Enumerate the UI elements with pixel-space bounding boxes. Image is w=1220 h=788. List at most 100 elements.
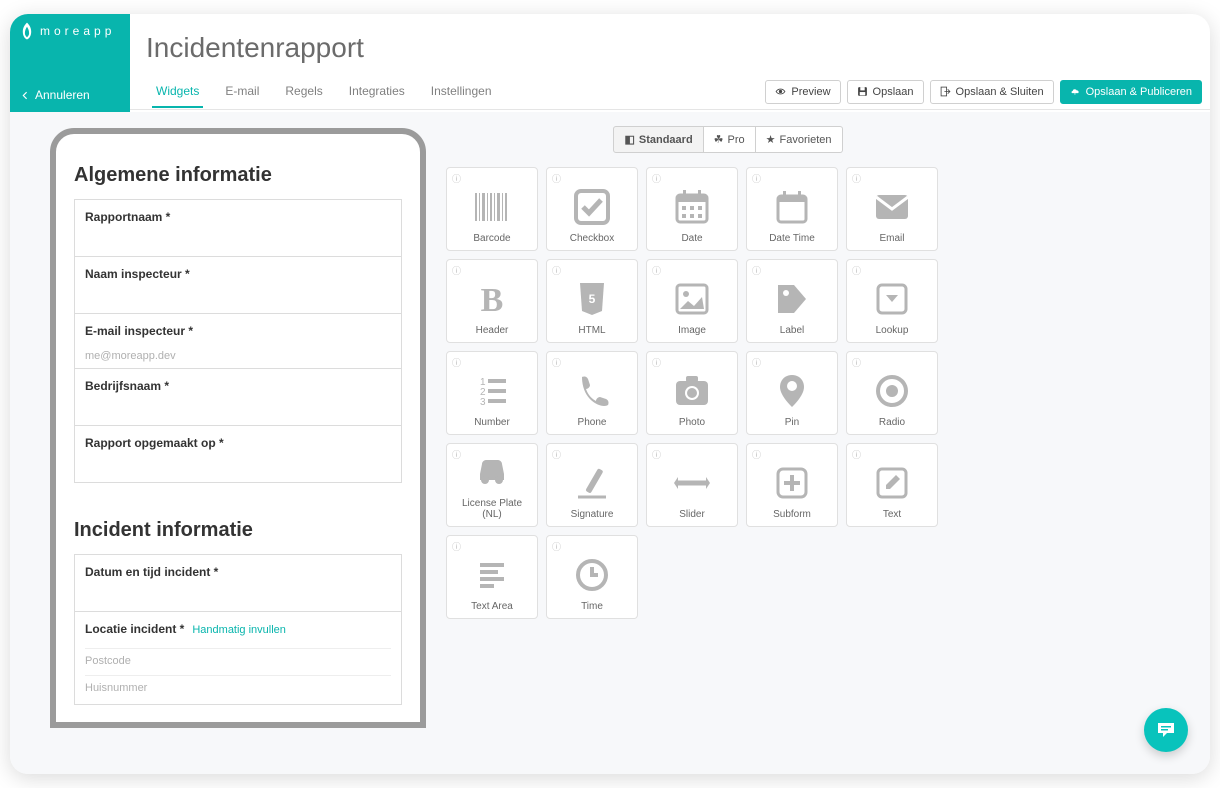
form-field[interactable]: Datum en tijd incident * [74, 554, 402, 612]
info-icon[interactable]: ⓘ [652, 172, 661, 185]
widget-label: Lookup [876, 325, 909, 336]
photo-icon [672, 371, 712, 411]
subfield[interactable]: Postcode [85, 648, 391, 671]
tab-e-mail[interactable]: E-mail [221, 76, 263, 108]
widget-slider[interactable]: ⓘSlider [646, 443, 738, 527]
cancel-button[interactable]: Annuleren [20, 88, 120, 102]
widget-radio[interactable]: ⓘRadio [846, 351, 938, 435]
info-icon[interactable]: ⓘ [452, 356, 461, 369]
info-icon[interactable]: ⓘ [452, 264, 461, 277]
info-icon[interactable]: ⓘ [552, 172, 561, 185]
widget-label: Email [879, 233, 904, 244]
widget-checkbox[interactable]: ⓘCheckbox [546, 167, 638, 251]
calendar-icon [672, 187, 712, 227]
info-icon[interactable]: ⓘ [652, 264, 661, 277]
save-close-button[interactable]: Opslaan & Sluiten [930, 80, 1054, 104]
widget-lookup[interactable]: ⓘ Lookup [846, 259, 938, 343]
widget-html[interactable]: ⓘ HTML [546, 259, 638, 343]
widget-barcode[interactable]: ⓘBarcode [446, 167, 538, 251]
info-icon[interactable]: ⓘ [752, 172, 761, 185]
info-icon[interactable]: ⓘ [852, 448, 861, 461]
info-icon[interactable]: ⓘ [752, 448, 761, 461]
field-link[interactable]: Handmatig invullen [192, 624, 286, 636]
info-icon[interactable]: ⓘ [652, 356, 661, 369]
pin-icon [772, 371, 812, 411]
subfield[interactable]: Huisnummer [85, 675, 391, 698]
field-label: Datum en tijd incident * [85, 565, 391, 579]
widget-label: Time [581, 601, 603, 612]
info-icon[interactable]: ⓘ [852, 172, 861, 185]
form-field[interactable]: Bedrijfsnaam * [74, 369, 402, 426]
barcode-icon [472, 187, 512, 227]
form-field[interactable]: Rapportnaam * [74, 199, 402, 257]
dashboard-icon: ◧ [624, 133, 634, 146]
field-label: E-mail inspecteur * [85, 324, 391, 338]
info-icon[interactable]: ⓘ [652, 448, 661, 461]
widget-label: Date [681, 233, 702, 244]
info-icon[interactable]: ⓘ [552, 448, 561, 461]
widget-phone[interactable]: ⓘ Phone [546, 351, 638, 435]
widget-label[interactable]: ⓘLabel [746, 259, 838, 343]
widget-time[interactable]: ⓘ Time [546, 535, 638, 619]
brand-logo: moreapp [20, 22, 120, 40]
widget-license-plate-nl-[interactable]: ⓘLicense Plate (NL) [446, 443, 538, 527]
widget-number[interactable]: ⓘ Number [446, 351, 538, 435]
info-icon[interactable]: ⓘ [552, 264, 561, 277]
info-icon[interactable]: ⓘ [452, 172, 461, 185]
brand-text: moreapp [40, 24, 115, 38]
label-icon [772, 279, 812, 319]
widget-text[interactable]: ⓘText [846, 443, 938, 527]
tab-instellingen[interactable]: Instellingen [427, 76, 496, 108]
chat-fab[interactable] [1144, 708, 1188, 752]
email-icon [872, 187, 912, 227]
widget-date[interactable]: ⓘ Date [646, 167, 738, 251]
info-icon[interactable]: ⓘ [752, 356, 761, 369]
tab-regels[interactable]: Regels [281, 76, 326, 108]
main-tabs: Widgets E-mail Regels Integraties Instelling… [130, 76, 496, 108]
info-icon[interactable]: ⓘ [852, 356, 861, 369]
checkbox-icon [572, 187, 612, 227]
widget-grid: ⓘBarcodeⓘCheckboxⓘDateⓘDate TimeⓘEmailⓘH… [446, 167, 1010, 619]
widget-pin[interactable]: ⓘPin [746, 351, 838, 435]
form-field[interactable]: Locatie incident *Handmatig invullenPost… [74, 612, 402, 705]
save-button[interactable]: Opslaan [847, 80, 924, 104]
signature-icon [572, 463, 612, 503]
widget-image[interactable]: ⓘImage [646, 259, 738, 343]
info-icon[interactable]: ⓘ [752, 264, 761, 277]
image-icon [672, 279, 712, 319]
widget-signature[interactable]: ⓘSignature [546, 443, 638, 527]
info-icon[interactable]: ⓘ [552, 356, 561, 369]
tab-integraties[interactable]: Integraties [345, 76, 409, 108]
widget-subform[interactable]: ⓘSubform [746, 443, 838, 527]
widget-label: Phone [578, 417, 607, 428]
field-placeholder: me@moreapp.dev [85, 350, 391, 362]
widget-tab-favorieten[interactable]: ★ Favorieten [756, 126, 843, 153]
preview-button[interactable]: Preview [765, 80, 840, 104]
form-field[interactable]: E-mail inspecteur * me@moreapp.dev [74, 314, 402, 369]
widget-email[interactable]: ⓘ Email [846, 167, 938, 251]
info-icon[interactable]: ⓘ [452, 540, 461, 553]
section-title: Incident informatie [74, 519, 402, 542]
field-label: Bedrijfsnaam * [85, 379, 391, 393]
form-field[interactable]: Rapport opgemaakt op * [74, 426, 402, 483]
html-icon [572, 279, 612, 319]
widget-label: Number [474, 417, 510, 428]
tab-widgets[interactable]: Widgets [152, 76, 203, 108]
widget-tab-pro[interactable]: ☘ Pro [704, 126, 756, 153]
form-field[interactable]: Naam inspecteur * [74, 257, 402, 314]
info-icon[interactable]: ⓘ [852, 264, 861, 277]
widget-photo[interactable]: ⓘPhoto [646, 351, 738, 435]
widget-date-time[interactable]: ⓘDate Time [746, 167, 838, 251]
widget-tab-standaard[interactable]: ◧ Standaard [613, 126, 703, 153]
info-icon[interactable]: ⓘ [552, 540, 561, 553]
section-title: Algemene informatie [74, 164, 402, 187]
subform-icon [772, 463, 812, 503]
info-icon[interactable]: ⓘ [452, 448, 461, 461]
widget-label: HTML [578, 325, 605, 336]
phone-icon [572, 371, 612, 411]
save-publish-button[interactable]: Opslaan & Publiceren [1060, 80, 1202, 104]
widget-text-area[interactable]: ⓘText Area [446, 535, 538, 619]
widget-header[interactable]: ⓘHeader [446, 259, 538, 343]
lookup-icon [872, 279, 912, 319]
number-icon [472, 371, 512, 411]
